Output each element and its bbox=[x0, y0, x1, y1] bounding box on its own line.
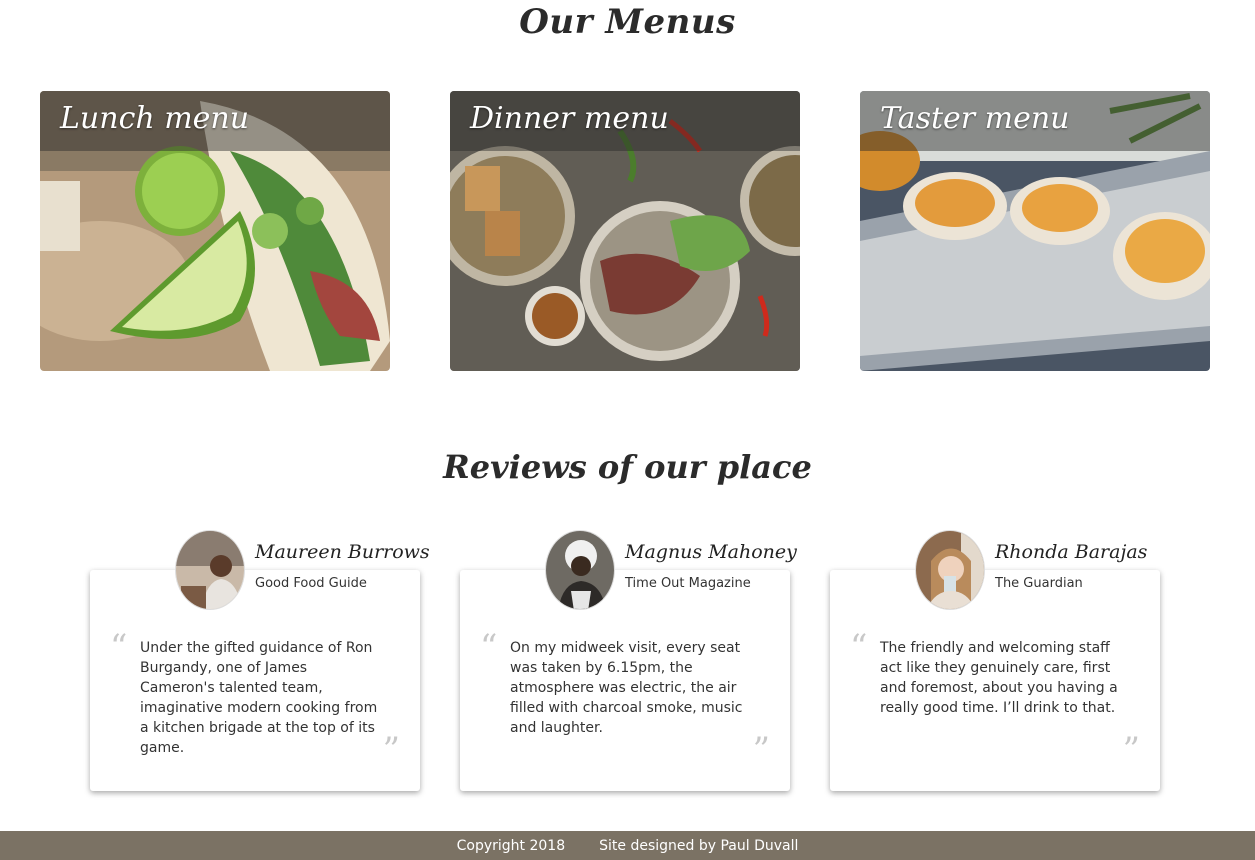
taster-menu-label: Taster menu bbox=[880, 101, 1070, 136]
reviewer-source: Time Out Magazine bbox=[625, 576, 751, 591]
review-card: “ Under the gifted guidance of Ron Burga… bbox=[90, 570, 420, 791]
close-quote-icon: ” bbox=[752, 730, 770, 770]
menus-title: Our Menus bbox=[519, 2, 736, 42]
designer-credit: Site designed by Paul Duvall bbox=[599, 837, 799, 854]
close-quote-icon: ” bbox=[382, 730, 400, 770]
review-card: “ The friendly and welcoming staff act l… bbox=[830, 570, 1160, 791]
dinner-menu-card[interactable]: Dinner menu bbox=[450, 91, 800, 371]
reviewer-source: The Guardian bbox=[995, 576, 1083, 591]
footer: Copyright 2018 Site designed by Paul Duv… bbox=[0, 831, 1255, 860]
open-quote-icon: “ bbox=[480, 627, 498, 667]
review-text: On my midweek visit, every seat was take… bbox=[510, 640, 743, 736]
reviewer-name: Maureen Burrows bbox=[255, 541, 430, 563]
lunch-menu-label: Lunch menu bbox=[60, 101, 250, 136]
close-quote-icon: ” bbox=[1122, 730, 1140, 770]
reviewer-name: Rhonda Barajas bbox=[995, 541, 1148, 563]
review-text: The friendly and welcoming staff act lik… bbox=[880, 640, 1118, 716]
reviewer-photo bbox=[916, 531, 984, 609]
open-quote-icon: “ bbox=[850, 627, 868, 667]
reviewer-photo bbox=[176, 531, 244, 609]
avatar bbox=[545, 530, 615, 610]
avatar bbox=[175, 530, 245, 610]
lunch-menu-card[interactable]: Lunch menu bbox=[40, 91, 390, 371]
copyright-text: Copyright 2018 bbox=[456, 837, 566, 854]
reviewer-name: Magnus Mahoney bbox=[625, 541, 797, 563]
taster-menu-card[interactable]: Taster menu bbox=[860, 91, 1210, 371]
dinner-menu-label: Dinner menu bbox=[470, 101, 669, 136]
avatar bbox=[915, 530, 985, 610]
reviews-title: Reviews of our place bbox=[443, 448, 812, 486]
reviewer-source: Good Food Guide bbox=[255, 576, 367, 591]
review-card: “ On my midweek visit, every seat was ta… bbox=[460, 570, 790, 791]
reviewer-photo bbox=[546, 531, 614, 609]
open-quote-icon: “ bbox=[110, 627, 128, 667]
review-text: Under the gifted guidance of Ron Burgand… bbox=[140, 640, 378, 756]
